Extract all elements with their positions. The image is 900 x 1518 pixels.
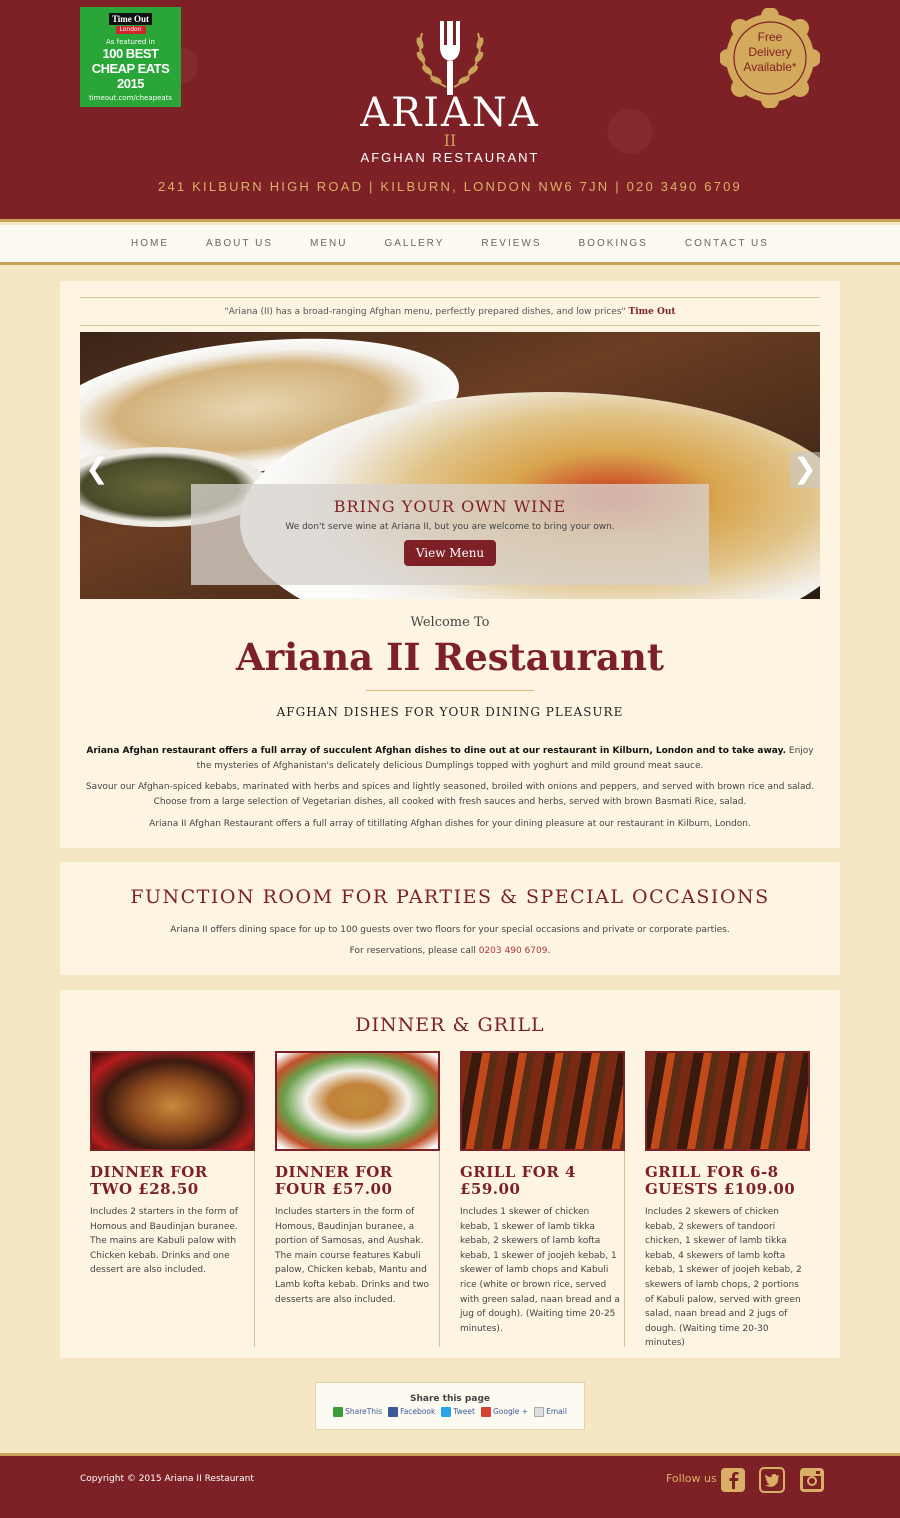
email-label: Email <box>546 1407 567 1416</box>
function-room-text: Ariana II offers dining space for up to … <box>170 925 730 935</box>
menu-card-title: GRILL FOR 6-8 GUESTS £109.00 <box>645 1163 796 1198</box>
google-plus-icon <box>480 1407 491 1417</box>
nav-home[interactable]: HOME <box>131 238 169 249</box>
email-icon <box>534 1407 545 1417</box>
site-footer: Copyright © 2015 Ariana II Restaurant Fo… <box>0 1453 900 1518</box>
slider-next-arrow-icon[interactable]: ❯ <box>790 452 820 488</box>
sharethis-icon <box>333 1407 344 1417</box>
main-nav: HOME ABOUT US MENU GALLERY REVIEWS BOOKI… <box>0 225 900 265</box>
share-title: Share this page <box>410 1394 490 1404</box>
seal-line-1: Free <box>757 30 783 44</box>
free-delivery-seal: Free Delivery Available* <box>719 7 821 109</box>
dinner-grill-heading: DINNER & GRILL <box>355 1014 545 1036</box>
view-menu-button[interactable]: View Menu <box>403 540 497 566</box>
logo-name: ARIANA <box>360 90 540 136</box>
intro-paragraph-2: Savour our Afghan-spiced kebabs, marinat… <box>85 782 815 807</box>
menu-card: DINNER FOR TWO £28.50 Includes 2 starter… <box>90 1051 255 1347</box>
function-room-panel: FUNCTION ROOM FOR PARTIES & SPECIAL OCCA… <box>60 862 840 975</box>
facebook-share-link[interactable]: Facebook <box>388 1407 435 1417</box>
twitter-icon[interactable] <box>759 1467 785 1493</box>
intro-paragraph-1: Ariana Afghan restaurant offers a full a… <box>80 744 820 774</box>
menu-card-text: Includes starters in the form of Homous,… <box>275 1207 430 1305</box>
google-label: Google + <box>492 1407 529 1416</box>
copyright: Copyright © 2015 Ariana II Restaurant <box>80 1474 254 1484</box>
slider-heading: BRING YOUR OWN WINE <box>333 497 567 516</box>
reservation-phone-link[interactable]: 0203 490 6709 <box>479 946 548 956</box>
dinner-grill-panel: DINNER & GRILL DINNER FOR TWO £28.50 Inc… <box>60 990 840 1358</box>
facebook-label: Facebook <box>400 1407 436 1416</box>
review-quote: "Ariana (II) has a broad-ranging Afghan … <box>80 297 820 326</box>
reservation-suffix: . <box>547 946 551 956</box>
nav-menu[interactable]: MENU <box>310 238 347 249</box>
address-line: 241 KILBURN HIGH ROAD | KILBURN, LONDON … <box>158 179 742 194</box>
nav-reviews[interactable]: REVIEWS <box>481 238 541 249</box>
menu-card-title: DINNER FOR TWO £28.50 <box>90 1163 208 1198</box>
menu-card: DINNER FOR FOUR £57.00 Includes starters… <box>275 1051 440 1347</box>
nav-gallery[interactable]: GALLERY <box>384 238 444 249</box>
function-room-heading: FUNCTION ROOM FOR PARTIES & SPECIAL OCCA… <box>130 886 770 908</box>
menu-card: GRILL FOR 4 £59.00 Includes 1 skewer of … <box>460 1051 625 1347</box>
menu-card-title: GRILL FOR 4 £59.00 <box>460 1163 576 1198</box>
menu-card: GRILL FOR 6-8 GUESTS £109.00 Includes 2 … <box>645 1051 810 1348</box>
tweet-share-link[interactable]: Tweet <box>441 1407 475 1417</box>
intro-paragraph-3: Ariana II Afghan Restaurant offers a ful… <box>149 819 751 829</box>
twitter-icon <box>441 1407 452 1417</box>
menu-card-text: Includes 1 skewer of chicken kebab, 1 sk… <box>460 1207 620 1334</box>
seal-line-3: Available* <box>743 60 797 74</box>
logo-subtitle: AFGHAN RESTAURANT <box>360 150 540 165</box>
seal-line-2: Delivery <box>748 45 792 59</box>
dinner-for-four-image[interactable] <box>275 1051 440 1151</box>
nav-about-us[interactable]: ABOUT US <box>206 238 273 249</box>
timeout-city: London <box>115 26 146 34</box>
tagline: AFGHAN DISHES FOR YOUR DINING PLEASURE <box>276 705 624 719</box>
welcome-intro: Welcome To <box>410 615 490 630</box>
timeout-url: timeout.com/cheapeats <box>88 94 173 102</box>
page-title: Ariana II Restaurant <box>235 635 665 679</box>
instagram-icon[interactable] <box>799 1467 825 1493</box>
slider-caption: BRING YOUR OWN WINE We don't serve wine … <box>191 484 709 585</box>
timeout-headline: 100 BEST CHEAP EATS 2015 <box>91 46 170 91</box>
follow-us-label: Follow us <box>666 1472 717 1485</box>
menu-card-title: DINNER FOR FOUR £57.00 <box>275 1163 393 1198</box>
timeout-badge[interactable]: Time Out London As featured in 100 BEST … <box>80 7 181 107</box>
hero-slider[interactable]: ❮ ❯ BRING YOUR OWN WINE We don't serve w… <box>80 332 820 599</box>
quote-text: "Ariana (II) has a broad-ranging Afghan … <box>224 307 626 317</box>
quote-source: Time Out <box>628 307 676 317</box>
menu-card-text: Includes 2 starters in the form of Homou… <box>90 1207 238 1276</box>
share-box: Share this page ShareThis Facebook Tweet… <box>315 1382 585 1430</box>
site-logo[interactable]: ARIANA II AFGHAN RESTAURANT <box>350 15 550 165</box>
nav-bookings[interactable]: BOOKINGS <box>579 238 648 249</box>
sharethis-link[interactable]: ShareThis <box>333 1407 382 1417</box>
slider-text: We don't serve wine at Ariana II, but yo… <box>285 522 615 532</box>
nav-contact-us[interactable]: CONTACT US <box>685 238 769 249</box>
sharethis-label: ShareThis <box>345 1407 383 1416</box>
site-header: Time Out London As featured in 100 BEST … <box>0 0 900 222</box>
menu-card-text: Includes 2 skewers of chicken kebab, 2 s… <box>645 1207 802 1349</box>
facebook-icon[interactable] <box>720 1467 746 1493</box>
timeout-logo: Time Out <box>108 13 153 25</box>
dinner-for-two-image[interactable] <box>90 1051 255 1151</box>
title-divider <box>366 690 534 691</box>
grill-for-4-image[interactable] <box>460 1051 625 1151</box>
facebook-icon <box>388 1407 399 1417</box>
intro-bold-text: Ariana Afghan restaurant offers a full a… <box>86 746 787 756</box>
reservation-text: For reservations, please call 0203 490 6… <box>60 946 840 956</box>
tweet-label: Tweet <box>453 1407 475 1416</box>
reservation-prefix: For reservations, please call <box>349 946 479 956</box>
email-share-link[interactable]: Email <box>534 1407 567 1417</box>
timeout-featured: As featured in <box>106 38 155 46</box>
slider-prev-arrow-icon[interactable]: ❮ <box>82 452 112 488</box>
grill-for-6-8-image[interactable] <box>645 1051 810 1151</box>
welcome-panel: "Ariana (II) has a broad-ranging Afghan … <box>60 281 840 848</box>
google-share-link[interactable]: Google + <box>480 1407 529 1417</box>
fork-wreath-icon <box>408 15 492 97</box>
